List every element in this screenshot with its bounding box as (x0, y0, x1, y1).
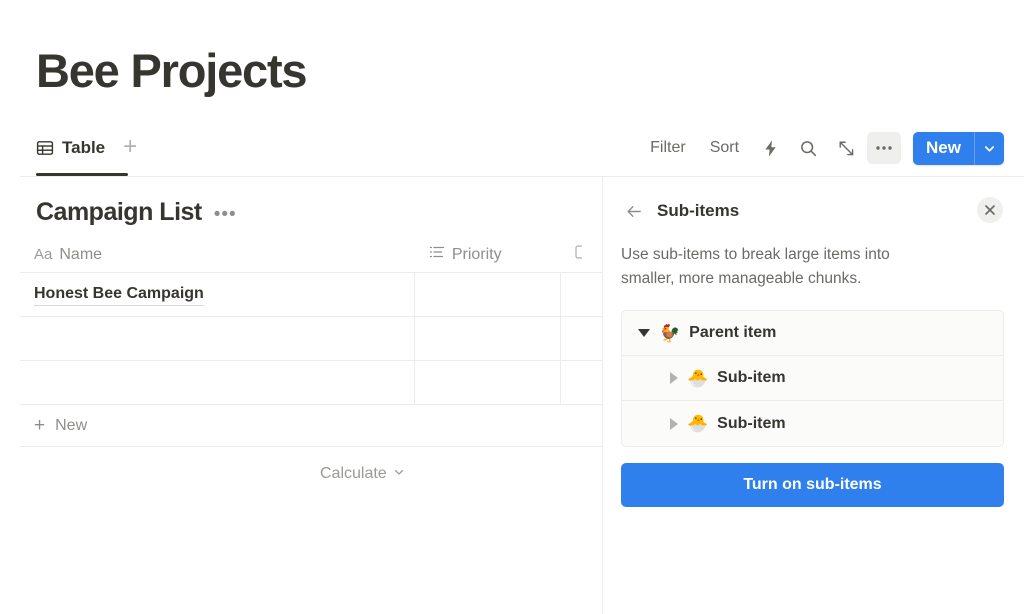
tab-table-label: Table (62, 138, 106, 157)
calculate-row: Calculate (20, 447, 602, 483)
filter-button[interactable]: Filter (640, 133, 696, 163)
database-table: Aa Name Priority Honest Bee Campaign + N… (20, 237, 602, 483)
preview-sub-item: 🐣 Sub-item (622, 401, 1003, 446)
table-row[interactable] (20, 317, 602, 361)
hatching-chick-icon: 🐣 (687, 368, 709, 388)
rooster-icon: 🐓 (659, 323, 681, 343)
chevron-down-icon (638, 329, 650, 338)
database-area: Campaign List ••• Aa Name Priority Hones… (0, 177, 602, 614)
column-header-name[interactable]: Aa Name (20, 237, 415, 272)
database-more-icon[interactable]: ••• (214, 205, 237, 224)
cell-third[interactable] (561, 317, 602, 360)
new-button[interactable]: New (913, 132, 974, 165)
new-row-label: New (55, 416, 88, 434)
tab-table[interactable]: Table (36, 128, 105, 168)
cell-name[interactable] (20, 317, 416, 360)
sort-button[interactable]: Sort (700, 133, 749, 163)
cell-priority[interactable] (415, 361, 561, 404)
side-panel: Sub-items Use sub-items to break large i… (603, 177, 1024, 614)
table-row[interactable]: Honest Bee Campaign (20, 273, 602, 317)
preview-sub-item-label: Sub-item (717, 414, 786, 432)
header-bar: Table + Filter Sort New (0, 128, 1024, 176)
side-panel-header: Sub-items (621, 195, 1004, 227)
cell-third[interactable] (561, 273, 602, 316)
preview-parent-label: Parent item (689, 324, 777, 342)
view-tabs: Table + (36, 128, 137, 168)
cell-priority[interactable] (415, 273, 561, 316)
new-row-button[interactable]: + New (20, 405, 602, 447)
side-panel-description: Use sub-items to break large items into … (621, 246, 890, 288)
cell-third[interactable] (561, 361, 602, 404)
preview-sub-item: 🐣 Sub-item (622, 356, 1003, 402)
expand-icon[interactable] (829, 132, 863, 164)
column-header-name-label: Name (59, 245, 103, 263)
arrow-left-icon[interactable] (621, 198, 647, 224)
chevron-right-icon (670, 417, 678, 430)
cell-name[interactable] (20, 361, 416, 404)
database-header: Campaign List ••• (36, 198, 237, 227)
chevron-down-icon (393, 465, 405, 483)
toolbar: Filter Sort New (640, 128, 1004, 168)
database-title: Campaign List (36, 198, 202, 226)
turn-on-sub-items-button[interactable]: Turn on sub-items (621, 463, 1004, 508)
search-icon[interactable] (791, 132, 825, 164)
new-button-group: New (913, 131, 1004, 165)
row-title: Honest Bee Campaign (34, 283, 204, 306)
add-view-button[interactable]: + (123, 134, 137, 162)
chevron-down-icon[interactable] (974, 131, 1004, 165)
text-type-icon: Aa (34, 246, 53, 263)
table-row[interactable] (20, 361, 602, 405)
column-header-priority-label: Priority (451, 245, 502, 263)
plus-icon: + (34, 415, 46, 436)
table-icon (36, 139, 54, 157)
list-icon (429, 244, 445, 265)
close-icon[interactable] (977, 197, 1003, 223)
cell-name[interactable]: Honest Bee Campaign (20, 273, 416, 316)
calculate-label: Calculate (320, 465, 387, 482)
chevron-right-icon (670, 372, 678, 385)
preview-sub-item-label: Sub-item (717, 369, 786, 387)
side-panel-title: Sub-items (657, 201, 740, 220)
table-header-row: Aa Name Priority (20, 237, 602, 273)
page-title: Bee Projects (36, 44, 308, 97)
property-icon (574, 244, 588, 265)
preview-parent-item: 🐓 Parent item (622, 311, 1003, 357)
sub-items-preview-card: 🐓 Parent item 🐣 Sub-item 🐣 Sub-item (621, 310, 1004, 448)
hatching-chick-icon: 🐣 (687, 414, 709, 434)
ellipsis-icon[interactable] (867, 132, 902, 164)
cell-priority[interactable] (415, 317, 561, 360)
lightning-icon[interactable] (753, 132, 787, 164)
calculate-button[interactable]: Calculate (320, 465, 405, 483)
app-root: Bee Projects Table + Filter Sort New Cam… (0, 0, 1024, 614)
column-header-third[interactable] (560, 237, 602, 272)
column-header-priority[interactable]: Priority (415, 237, 560, 272)
